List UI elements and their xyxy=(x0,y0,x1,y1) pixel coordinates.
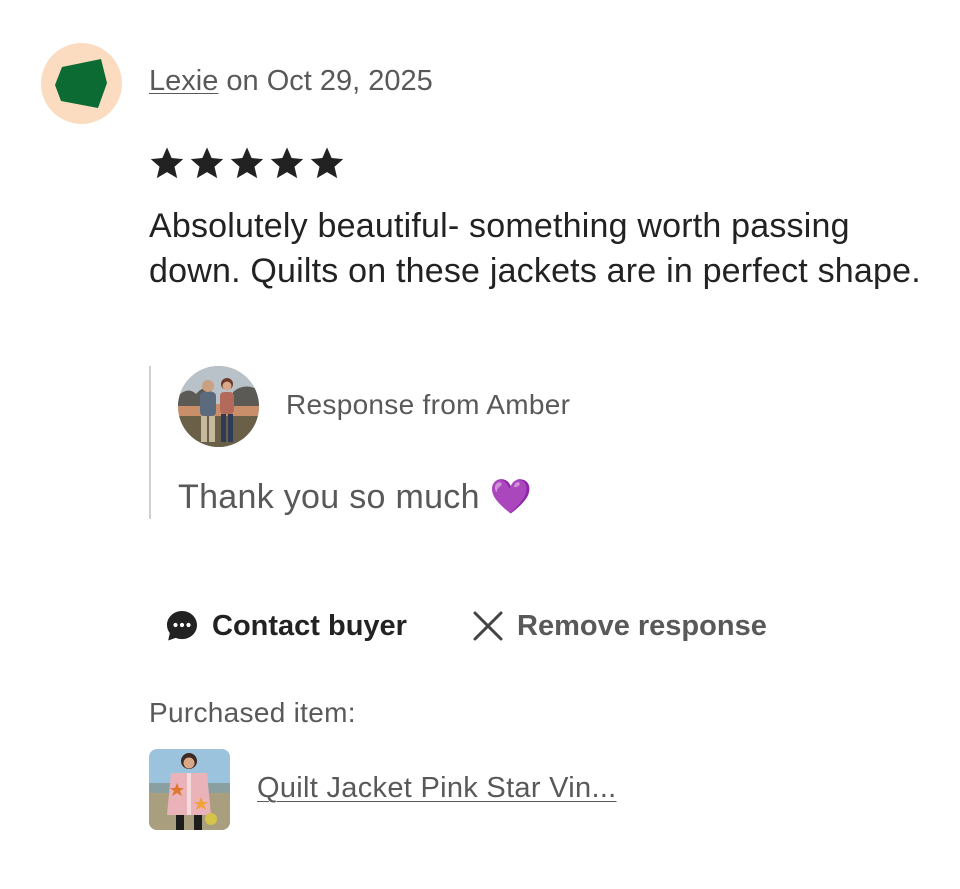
pentagon-avatar-icon xyxy=(55,59,107,108)
purchased-item-link[interactable]: Quilt Jacket Pink Star Vin... xyxy=(257,768,617,808)
contact-buyer-label: Contact buyer xyxy=(212,609,407,642)
star-icon xyxy=(149,145,185,181)
close-icon xyxy=(473,611,503,641)
reviewer-avatar[interactable] xyxy=(41,43,122,124)
response-from-label: Response from Amber xyxy=(286,389,571,420)
chat-bubble-icon xyxy=(167,611,197,641)
star-icon xyxy=(309,145,345,181)
review-date: on Oct 29, 2025 xyxy=(218,65,433,97)
star-icon xyxy=(189,145,225,181)
couple-photo-icon xyxy=(178,366,259,447)
star-rating xyxy=(149,145,345,181)
star-icon xyxy=(269,145,305,181)
remove-response-button[interactable]: Remove response xyxy=(471,604,767,648)
remove-response-label: Remove response xyxy=(517,609,767,642)
review-header: Lexie on Oct 29, 2025 xyxy=(149,62,433,100)
review-text: Absolutely beautiful- something worth pa… xyxy=(149,207,921,290)
response-divider xyxy=(149,366,151,519)
contact-buyer-button[interactable]: Contact buyer xyxy=(164,604,407,648)
reviewer-name-link[interactable]: Lexie xyxy=(149,65,218,97)
star-icon xyxy=(229,145,265,181)
responder-avatar xyxy=(178,366,259,447)
item-thumbnail[interactable] xyxy=(149,749,230,830)
response-text: Thank you so much 💜 xyxy=(178,478,533,516)
quilt-jacket-photo-icon xyxy=(149,749,230,830)
purchased-item-label: Purchased item: xyxy=(149,697,356,728)
